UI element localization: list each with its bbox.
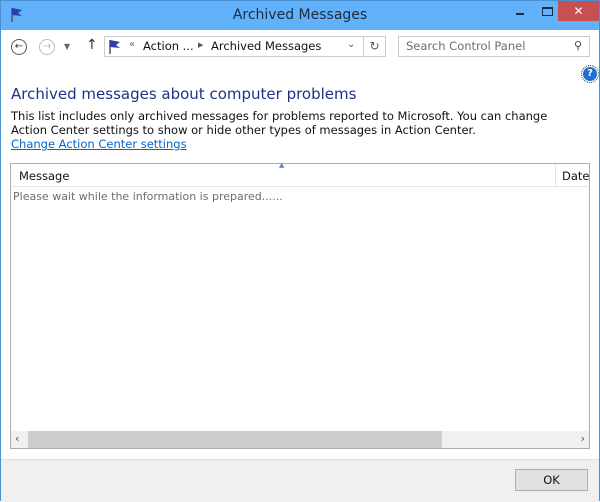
- list-header: Message ▲ Date: [11, 161, 590, 187]
- column-header-date[interactable]: Date: [562, 169, 590, 183]
- address-bar[interactable]: « Action ... ▶ Archived Messages ⌄: [104, 36, 364, 57]
- address-flag-icon: [108, 39, 122, 59]
- title-bar[interactable]: Archived Messages ✕: [1, 1, 599, 30]
- loading-status-text: Please wait while the information is pre…: [13, 190, 283, 203]
- search-input[interactable]: Search Control Panel ⚲: [398, 36, 590, 57]
- address-dropdown-icon[interactable]: ⌄: [347, 39, 355, 50]
- ok-button[interactable]: OK: [515, 469, 588, 491]
- minimize-button[interactable]: [505, 1, 533, 21]
- search-placeholder: Search Control Panel: [406, 39, 526, 53]
- address-overflow-icon[interactable]: «: [129, 39, 135, 50]
- help-button[interactable]: ?: [581, 65, 599, 83]
- back-button[interactable]: ←: [11, 39, 27, 55]
- column-divider[interactable]: [555, 164, 556, 186]
- maximize-icon: [542, 7, 553, 16]
- up-button[interactable]: ↑: [86, 37, 98, 53]
- scroll-left-icon[interactable]: ‹: [15, 432, 19, 445]
- archived-messages-list[interactable]: Message ▲ Date Please wait while the inf…: [10, 161, 590, 449]
- forward-button[interactable]: →: [39, 39, 55, 55]
- refresh-button[interactable]: ↻: [364, 36, 386, 57]
- horizontal-scrollbar[interactable]: ‹ ›: [11, 431, 589, 448]
- breadcrumb-archived-messages[interactable]: Archived Messages: [211, 39, 321, 53]
- change-action-center-settings-link[interactable]: Change Action Center settings: [11, 137, 187, 151]
- link-text[interactable]: Change Action Center settings: [11, 137, 187, 151]
- scrollbar-thumb[interactable]: [28, 431, 442, 448]
- sort-ascending-icon: ▲: [279, 161, 285, 169]
- breadcrumb-separator-icon[interactable]: ▶: [198, 41, 203, 49]
- close-button[interactable]: ✕: [558, 1, 599, 21]
- breadcrumb-action-center[interactable]: Action ...: [143, 39, 194, 53]
- recent-locations-button[interactable]: ▼: [64, 42, 70, 51]
- search-icon[interactable]: ⚲: [574, 39, 582, 52]
- archived-messages-window: Archived Messages ✕ ← → ▼ ↑ « Action ...…: [0, 0, 600, 502]
- dialog-footer: OK: [1, 459, 599, 502]
- navigation-bar: ← → ▼ ↑ « Action ... ▶ Archived Messages…: [1, 31, 599, 63]
- scroll-right-icon[interactable]: ›: [581, 432, 585, 445]
- description-text: This list includes only archived message…: [11, 109, 548, 137]
- minimize-icon: [516, 13, 524, 15]
- maximize-button[interactable]: [533, 1, 561, 21]
- column-header-message[interactable]: Message: [19, 169, 69, 183]
- page-title: Archived messages about computer problem…: [11, 85, 357, 103]
